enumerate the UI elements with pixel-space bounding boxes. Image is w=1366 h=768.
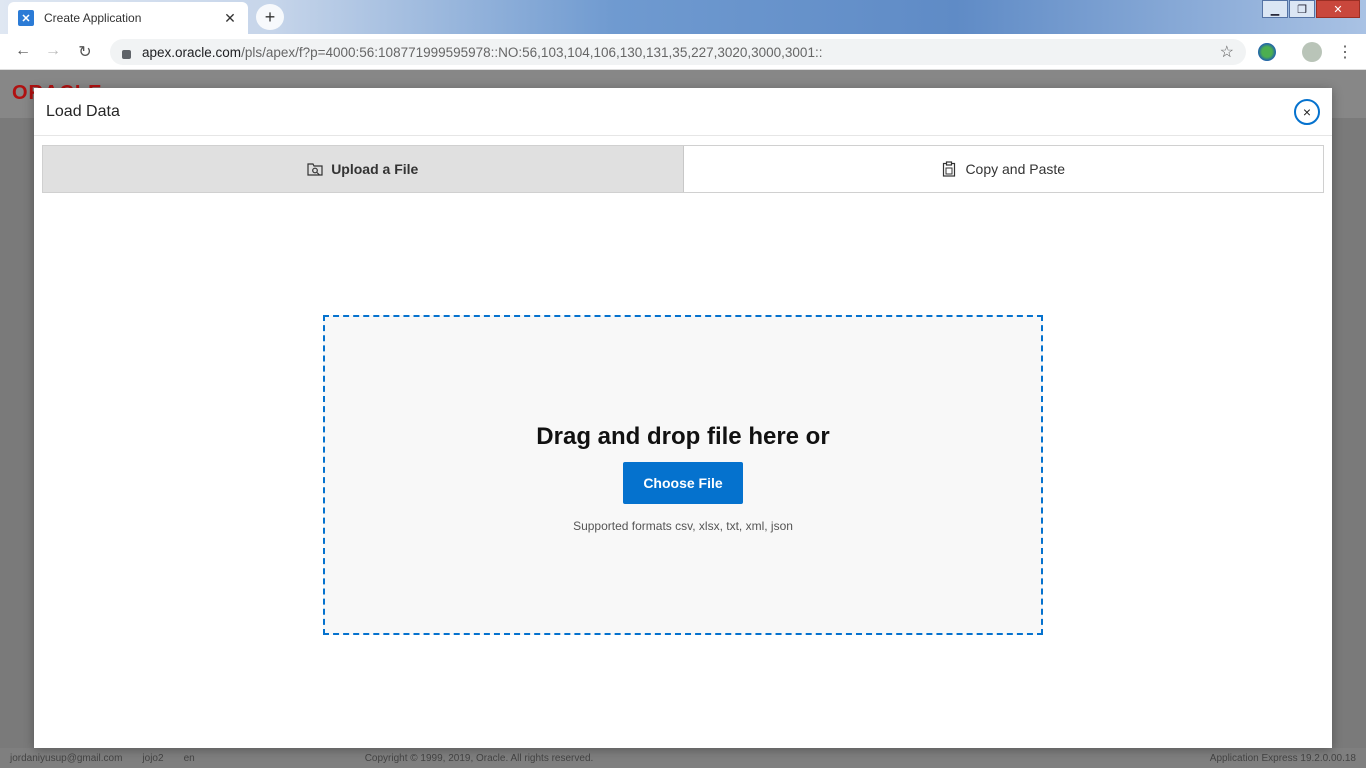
url-text: apex.oracle.com/pls/apex/f?p=4000:56:108… [142, 45, 1246, 60]
load-data-dialog: Load Data × Upload a File Copy and Paste… [34, 88, 1332, 748]
profile-avatar[interactable] [1302, 42, 1322, 62]
url-path: /pls/apex/f?p=4000:56:108771999595978::N… [241, 44, 823, 60]
choose-file-button[interactable]: Choose File [623, 462, 743, 504]
dialog-close-button[interactable]: × [1294, 99, 1320, 125]
window-controls: ▁ ❐ ✕ [1261, 0, 1360, 18]
upload-file-icon [307, 163, 323, 176]
browser-toolbar: ← → ↻ apex.oracle.com/pls/apex/f?p=4000:… [0, 34, 1366, 70]
url-host: apex.oracle.com [142, 44, 242, 60]
tab-close-icon[interactable]: ✕ [222, 10, 238, 27]
supported-formats-text: Supported formats csv, xlsx, txt, xml, j… [573, 519, 793, 533]
dropzone-heading: Drag and drop file here or [536, 423, 830, 450]
forward-arrow-icon[interactable]: → [42, 42, 64, 62]
apex-footer: jordaniyusup@gmail.com jojo2 en Copyrigh… [0, 748, 1366, 768]
apex-favicon-icon: ✕ [18, 10, 34, 26]
window-close-button[interactable]: ✕ [1316, 0, 1360, 18]
bookmark-star-icon[interactable]: ☆ [1220, 42, 1234, 62]
restore-button[interactable]: ❐ [1289, 0, 1315, 18]
dialog-header: Load Data × [34, 88, 1332, 136]
dialog-title: Load Data [46, 103, 120, 120]
footer-user: jordaniyusup@gmail.com [10, 752, 123, 764]
footer-language: en [183, 752, 195, 764]
reload-icon[interactable]: ↻ [74, 42, 96, 62]
url-bar[interactable]: apex.oracle.com/pls/apex/f?p=4000:56:108… [110, 39, 1246, 65]
new-tab-button[interactable]: + [256, 4, 284, 30]
tab-upload-file[interactable]: Upload a File [43, 146, 684, 192]
footer-workspace: jojo2 [142, 752, 164, 764]
browser-tab-title: Create Application [44, 11, 142, 25]
clipboard-icon [943, 161, 956, 177]
tab-upload-file-label: Upload a File [331, 161, 419, 177]
browser-tab[interactable]: ✕ Create Application ✕ [8, 2, 248, 34]
file-dropzone[interactable]: Drag and drop file here or Choose File S… [323, 315, 1043, 635]
footer-version: Application Express 19.2.0.00.18 [1209, 752, 1356, 764]
browser-menu-icon[interactable]: ⋮ [1334, 42, 1356, 62]
lock-icon [122, 49, 131, 59]
footer-copyright: Copyright © 1999, 2019, Oracle. All righ… [364, 752, 594, 764]
load-method-tabs: Upload a File Copy and Paste [42, 145, 1324, 193]
browser-titlebar: ✕ Create Application ✕ + ▁ ❐ ✕ [0, 0, 1366, 34]
minimize-button[interactable]: ▁ [1262, 0, 1288, 18]
tab-copy-paste[interactable]: Copy and Paste [684, 146, 1324, 192]
tab-copy-paste-label: Copy and Paste [965, 161, 1066, 177]
back-arrow-icon[interactable]: ← [12, 42, 34, 62]
extension-icon[interactable] [1258, 43, 1276, 61]
